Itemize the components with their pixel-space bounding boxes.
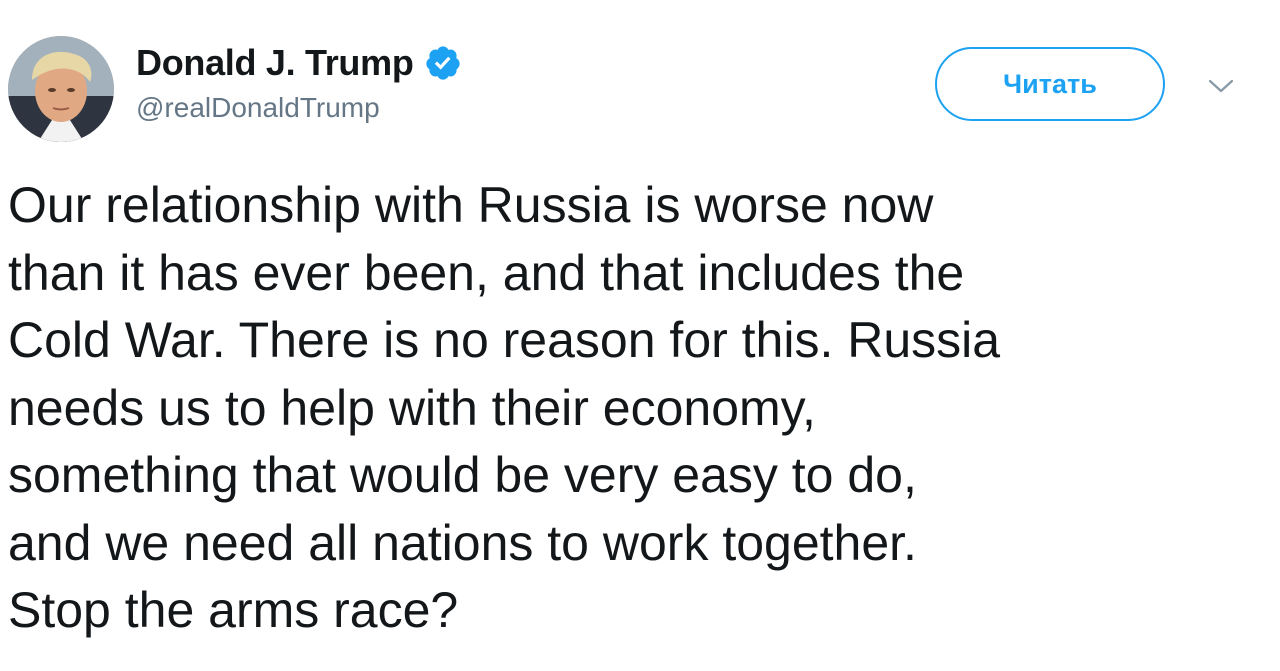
tweet-text: Our relationship with Russia is worse no… — [8, 177, 1001, 638]
author-handle[interactable]: @realDonaldTrump — [136, 92, 462, 124]
tweet-header: Donald J. Trump @realDonaldTrump Читать — [0, 0, 1280, 160]
avatar-image — [8, 36, 114, 142]
author-block: Donald J. Trump @realDonaldTrump — [136, 40, 462, 124]
follow-button[interactable]: Читать — [935, 47, 1165, 121]
display-name[interactable]: Donald J. Trump — [136, 42, 414, 84]
name-row: Donald J. Trump — [136, 40, 462, 86]
chevron-down-icon[interactable] — [1206, 76, 1236, 96]
verified-badge-icon — [424, 44, 462, 82]
avatar[interactable] — [8, 36, 114, 142]
